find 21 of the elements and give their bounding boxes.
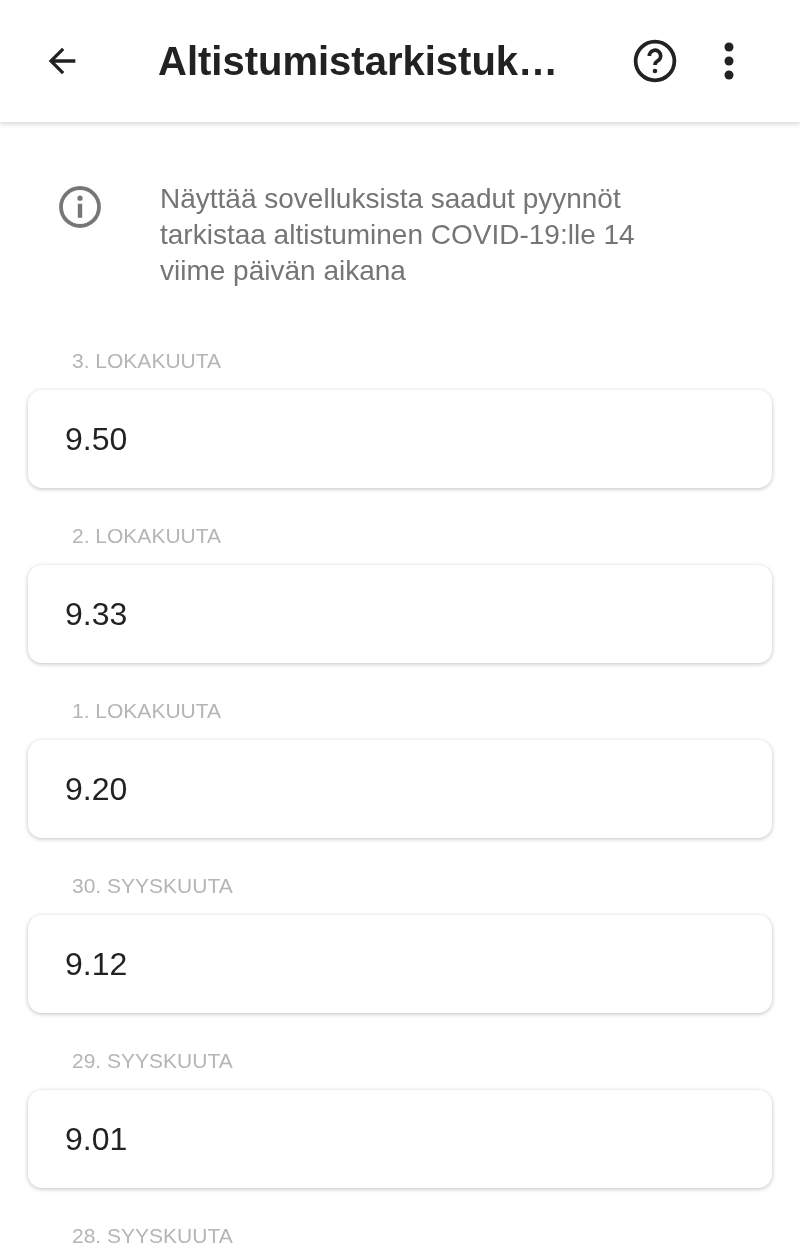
more-options-button[interactable] <box>722 41 736 81</box>
check-time: 9.01 <box>65 1120 128 1158</box>
check-card[interactable]: 9.33 <box>28 565 772 663</box>
more-options-icon <box>722 41 736 81</box>
date-heading: 3. LOKAKUUTA <box>71 349 222 373</box>
check-card[interactable]: 9.12 <box>28 915 772 1013</box>
check-time: 9.33 <box>65 595 128 633</box>
check-card[interactable]: 9.50 <box>28 390 772 488</box>
date-heading: 2. LOKAKUUTA <box>71 524 222 548</box>
check-card[interactable]: 9.01 <box>28 1090 772 1188</box>
check-time: 9.12 <box>65 945 128 983</box>
date-heading: 29. SYYSKUUTA <box>71 1049 234 1073</box>
check-time: 9.50 <box>65 420 128 458</box>
date-heading: 30. SYYSKUUTA <box>71 874 234 898</box>
check-time: 9.20 <box>65 770 128 808</box>
info-text: Näyttää sovelluksista saadut pyynnöt tarkistaa altistuminen COVID-19:lle 14 viime päivän aikana <box>160 182 636 288</box>
screen-title: Altistumistarkistuk… <box>158 38 560 84</box>
date-heading: 28. SYYSKUUTA <box>71 1224 234 1248</box>
check-card[interactable]: 9.20 <box>28 740 772 838</box>
info-icon <box>56 183 104 231</box>
date-heading: 1. LOKAKUUTA <box>71 699 222 723</box>
